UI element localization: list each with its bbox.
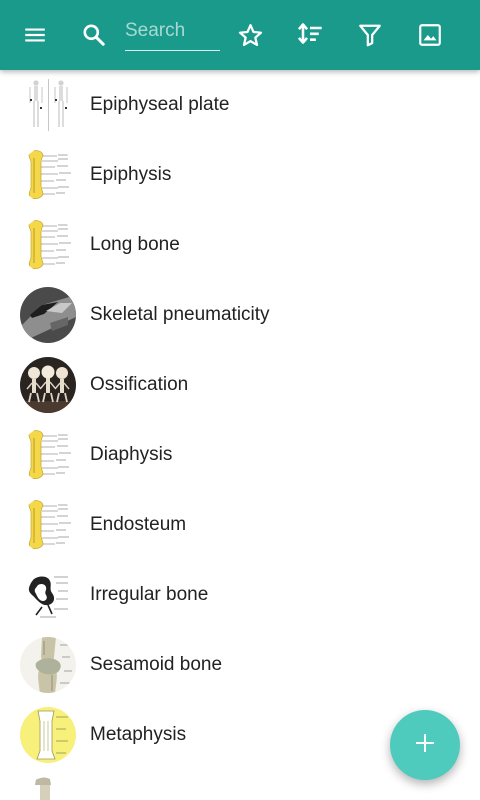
- list-item[interactable]: Epiphysis: [0, 140, 480, 210]
- article-list: Epiphyseal plate Epiphysis Long bone Ske…: [0, 70, 480, 800]
- long-bone-diagram-thumbnail: [20, 147, 76, 203]
- vertebra-sketch-thumbnail: [20, 567, 76, 623]
- search-field: [125, 14, 220, 51]
- sort-icon: [296, 21, 324, 49]
- list-item-label: Irregular bone: [90, 584, 209, 605]
- list-item-label: Endosteum: [90, 514, 187, 535]
- menu-icon: [22, 22, 48, 48]
- list-item-label: Epiphyseal plate: [90, 94, 230, 115]
- fetal-skeletons-photo-thumbnail: [20, 357, 76, 413]
- app-screen: Epiphyseal plate Epiphysis: [0, 0, 480, 800]
- list-item[interactable]: Epiphyseal plate: [0, 70, 480, 140]
- bone-photo-thumbnail: [20, 287, 76, 343]
- list-item[interactable]: Endosteum: [0, 490, 480, 560]
- long-bone-diagram-thumbnail: [20, 497, 76, 553]
- list-item[interactable]: Ossification: [0, 350, 480, 420]
- filter-icon: [357, 22, 383, 48]
- search-button[interactable]: [70, 11, 118, 59]
- list-item[interactable]: Irregular bone: [0, 560, 480, 630]
- list-item-label: Sesamoid bone: [90, 654, 223, 675]
- partial-bone-thumbnail: [20, 777, 76, 800]
- list-item-label: Skeletal pneumaticity: [90, 304, 270, 325]
- menu-button[interactable]: [11, 11, 59, 59]
- list-item[interactable]: Sesamoid bone: [0, 630, 480, 700]
- filter-button[interactable]: [346, 11, 394, 59]
- list-item[interactable]: Long bone: [0, 210, 480, 280]
- list-item-label: Epiphysis: [90, 164, 172, 185]
- list-item[interactable]: Skeletal pneumaticity: [0, 280, 480, 350]
- top-app-bar: [0, 0, 480, 70]
- sort-button[interactable]: [286, 11, 334, 59]
- add-button[interactable]: [390, 710, 460, 780]
- image-icon: [417, 22, 443, 48]
- bone-diagram-yellow-thumbnail: [20, 707, 76, 763]
- list-item-label: Metaphysis: [90, 724, 187, 745]
- skeleton-xray-thumbnail: [20, 77, 76, 133]
- list-item-label: Ossification: [90, 374, 189, 395]
- long-bone-diagram-thumbnail: [20, 217, 76, 273]
- knee-joint-illustration-thumbnail: [20, 637, 76, 693]
- image-view-button[interactable]: [406, 11, 454, 59]
- list-item-label: Diaphysis: [90, 444, 173, 465]
- plus-icon: [413, 731, 437, 760]
- list-item-label: Long bone: [90, 234, 180, 255]
- star-outline-icon: [237, 22, 264, 49]
- search-input[interactable]: [125, 14, 220, 48]
- long-bone-diagram-thumbnail: [20, 427, 76, 483]
- list-item[interactable]: Diaphysis: [0, 420, 480, 490]
- search-icon: [81, 22, 107, 48]
- favorites-button[interactable]: [226, 11, 274, 59]
